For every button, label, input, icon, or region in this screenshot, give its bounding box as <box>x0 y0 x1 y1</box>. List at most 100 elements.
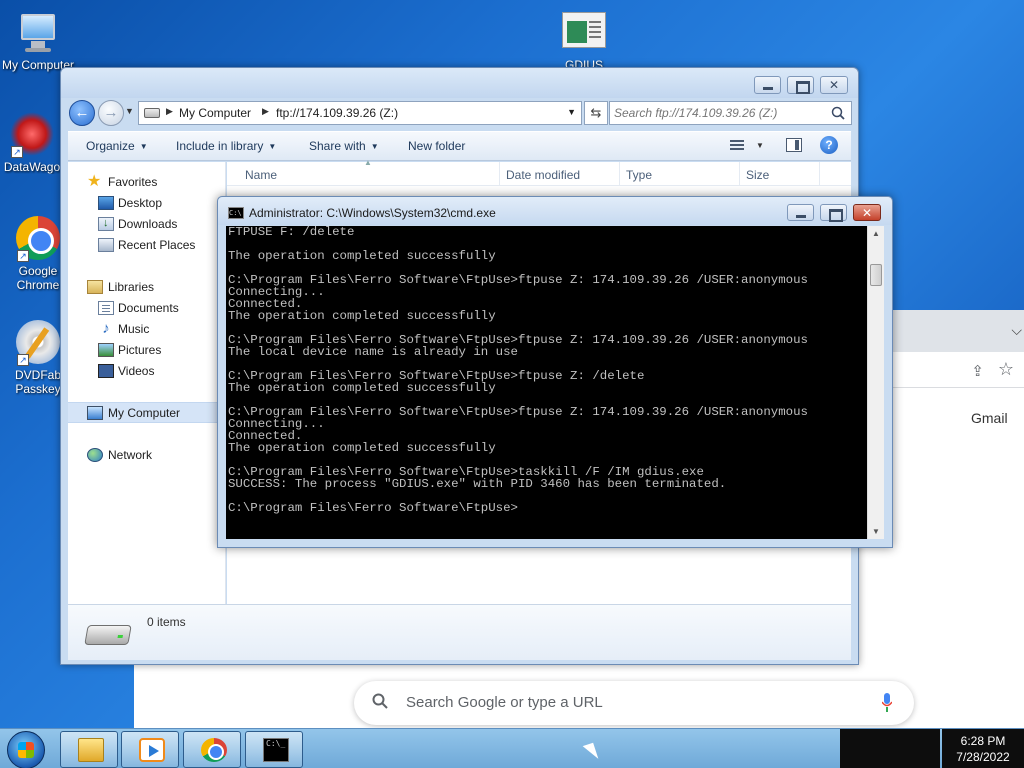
nav-item-documents[interactable]: Documents <box>68 298 226 319</box>
search-box[interactable] <box>609 101 852 125</box>
maximize-button[interactable] <box>820 204 847 222</box>
desktop-icon-label: Google Chrome <box>16 264 60 292</box>
nav-item-libraries[interactable]: Libraries <box>68 277 226 298</box>
back-button[interactable]: ← <box>69 100 95 126</box>
taskbar-chrome-button[interactable] <box>183 731 241 768</box>
nav-item-my-computer[interactable]: My Computer <box>68 402 226 423</box>
console-output[interactable]: FTPUSE F: /delete The operation complete… <box>226 226 867 539</box>
recent-pages-dropdown[interactable]: ▼ <box>125 106 134 116</box>
vertical-scrollbar[interactable]: ▲ ▼ <box>867 226 884 539</box>
search-placeholder: Search Google or type a URL <box>406 694 603 711</box>
taskbar: C:\_ 6:28 PM 7/28/2022 <box>0 728 1024 768</box>
nav-item-music[interactable]: ♪ Music <box>68 319 226 340</box>
chevron-right-icon[interactable]: ▶ <box>262 106 269 117</box>
nav-label: My Computer <box>108 406 181 420</box>
console-line: C:\Program Files\Ferro Software\FtpUse> <box>228 501 518 515</box>
music-icon: ♪ <box>102 320 110 337</box>
libraries-icon <box>87 280 103 294</box>
column-name[interactable]: Name <box>245 168 277 182</box>
media-player-icon <box>139 738 165 762</box>
google-search-box[interactable]: Search Google or type a URL <box>354 681 914 725</box>
sort-indicator-icon: ▲ <box>364 158 372 167</box>
chevron-down-icon: ▼ <box>370 142 379 151</box>
taskbar-media-player-button[interactable] <box>121 731 179 768</box>
documents-icon <box>98 301 114 315</box>
maximize-button[interactable] <box>787 76 814 94</box>
console-line: Connecting... <box>228 417 325 431</box>
taskbar-tray-area <box>840 729 940 768</box>
gmail-link[interactable]: Gmail <box>971 410 1008 426</box>
breadcrumb-ftp-drive[interactable]: ftp://174.109.39.26 (Z:) <box>276 106 398 120</box>
navigation-pane: ★ Favorites Desktop Downloads Recent Plac… <box>68 162 226 604</box>
search-icon <box>372 693 388 709</box>
console-line: Connecting... <box>228 285 325 299</box>
new-folder-button[interactable]: New folder <box>408 139 465 153</box>
forward-button[interactable]: → <box>98 100 124 126</box>
minimize-button[interactable] <box>787 204 814 221</box>
bookmark-star-icon[interactable]: ☆ <box>998 359 1014 380</box>
breadcrumb-my-computer[interactable]: My Computer <box>179 106 251 120</box>
refresh-button[interactable]: ⇆ <box>584 101 608 125</box>
nav-item-videos[interactable]: Videos <box>68 361 226 382</box>
organize-label: Organize <box>86 139 135 153</box>
nav-item-downloads[interactable]: Downloads <box>68 214 226 235</box>
scroll-down-icon[interactable]: ▼ <box>872 527 880 536</box>
desktop-icon-gdius[interactable]: GDIUS <box>546 12 622 72</box>
shortcut-arrow-icon: ↗ <box>17 354 29 366</box>
chevron-down-icon[interactable]: ▼ <box>756 141 764 150</box>
nav-label: Network <box>108 448 153 462</box>
system-clock[interactable]: 6:28 PM 7/28/2022 <box>942 729 1024 768</box>
share-icon[interactable]: ⇪ <box>971 362 984 380</box>
view-options-icon[interactable] <box>730 139 744 151</box>
chevron-right-icon[interactable]: ▶ <box>166 106 173 117</box>
preview-pane-icon[interactable] <box>786 138 802 152</box>
clock-time: 6:28 PM <box>960 734 1006 748</box>
include-in-library-button[interactable]: Include in library ▼ <box>176 139 276 153</box>
address-dropdown-icon[interactable]: ▼ <box>567 107 576 117</box>
cmd-icon: C:\ <box>228 207 244 219</box>
drive-icon <box>144 108 160 118</box>
details-pane: 0 items <box>68 604 851 660</box>
column-date-modified[interactable]: Date modified <box>506 168 580 182</box>
nav-item-network[interactable]: Network <box>68 445 226 466</box>
close-button[interactable] <box>853 204 881 221</box>
console-line: The operation completed successfully <box>228 249 496 263</box>
console-line: The operation completed successfully <box>228 309 496 323</box>
column-size[interactable]: Size <box>746 168 769 182</box>
organize-button[interactable]: Organize ▼ <box>86 139 148 153</box>
nav-item-recent-places[interactable]: Recent Places <box>68 235 226 256</box>
address-row: ← → ▼ ▶ My Computer ▶ ftp://174.109.39.2… <box>68 99 852 129</box>
console-line: The operation completed successfully <box>228 381 496 395</box>
desktop-icon-my-computer[interactable]: My Computer <box>0 10 76 72</box>
gdius-icon <box>562 12 606 48</box>
cmd-window[interactable]: C:\ Administrator: C:\Windows\System32\c… <box>217 196 893 548</box>
chevron-down-icon[interactable]: ⌵ <box>1011 322 1022 339</box>
scroll-up-icon[interactable]: ▲ <box>872 229 880 238</box>
folder-icon <box>78 738 104 762</box>
console-line: SUCCESS: The process "GDIUS.exe" with PI… <box>228 477 727 491</box>
start-button[interactable] <box>7 731 45 768</box>
include-in-library-label: Include in library <box>176 139 264 153</box>
column-type[interactable]: Type <box>626 168 652 182</box>
taskbar-cmd-button[interactable]: C:\_ <box>245 731 303 768</box>
nav-item-pictures[interactable]: Pictures <box>68 340 226 361</box>
nav-item-favorites[interactable]: ★ Favorites <box>68 172 226 193</box>
close-button[interactable] <box>820 76 848 94</box>
explorer-titlebar[interactable] <box>61 68 858 98</box>
taskbar-explorer-button[interactable] <box>60 731 118 768</box>
nav-item-desktop[interactable]: Desktop <box>68 193 226 214</box>
nav-label: Recent Places <box>118 238 196 252</box>
nav-label: Music <box>118 322 150 336</box>
search-icon <box>831 106 845 120</box>
star-icon: ★ <box>87 173 102 190</box>
downloads-icon <box>98 217 114 231</box>
search-input[interactable] <box>614 104 824 122</box>
nav-label: Videos <box>118 364 155 378</box>
help-icon[interactable]: ? <box>820 136 838 154</box>
scroll-thumb[interactable] <box>870 264 882 286</box>
address-bar[interactable]: ▶ My Computer ▶ ftp://174.109.39.26 (Z:)… <box>138 101 582 125</box>
share-with-button[interactable]: Share with ▼ <box>309 139 379 153</box>
microphone-icon[interactable] <box>882 693 892 713</box>
minimize-button[interactable] <box>754 76 781 94</box>
pictures-icon <box>98 343 114 357</box>
